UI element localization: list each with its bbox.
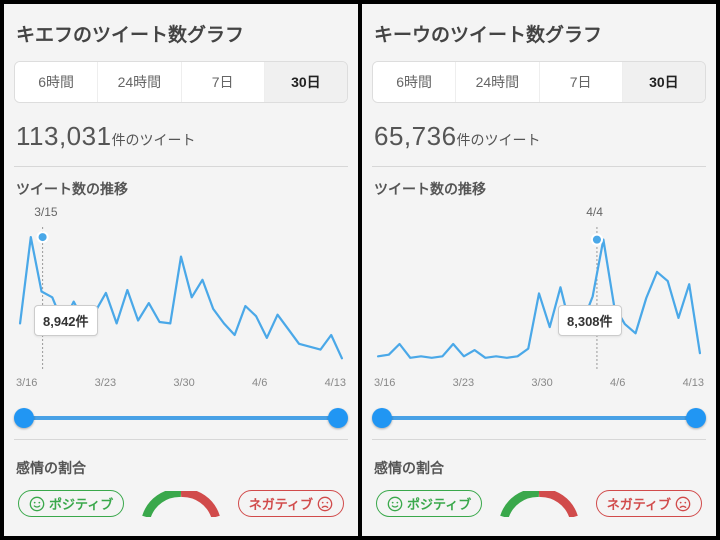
tweet-count-suffix: 件のツイート xyxy=(457,132,541,148)
peak-dot xyxy=(592,235,602,245)
date-range-slider[interactable] xyxy=(372,407,706,429)
tab-30日[interactable]: 30日 xyxy=(264,62,347,102)
tweet-count-suffix: 件のツイート xyxy=(112,132,196,148)
negative-badge[interactable]: ネガティブ xyxy=(596,490,702,517)
x-tick: 3/23 xyxy=(453,377,474,389)
x-tick: 3/30 xyxy=(173,377,194,389)
tweet-count-number: 65,736 xyxy=(374,121,457,151)
emotion-row: ポジティブ ネガティブ xyxy=(14,484,348,517)
date-range-slider[interactable] xyxy=(14,407,348,429)
peak-date-label: 3/15 xyxy=(14,205,348,219)
slider-handle-right[interactable] xyxy=(686,408,706,428)
peak-dot xyxy=(38,232,48,242)
tab-24時間[interactable]: 24時間 xyxy=(455,62,538,102)
frown-icon xyxy=(317,496,333,512)
tab-6時間[interactable]: 6時間 xyxy=(15,62,97,102)
panel-title: キエフのツイート数グラフ xyxy=(14,12,348,61)
tab-7日[interactable]: 7日 xyxy=(539,62,622,102)
trend-heading: ツイート数の推移 xyxy=(372,177,706,205)
trend-chart[interactable]: 8,308件 3/16 3/23 3/30 4/6 4/13 xyxy=(372,223,706,403)
trend-heading: ツイート数の推移 xyxy=(14,177,348,205)
slider-handle-left[interactable] xyxy=(372,408,392,428)
negative-label: ネガティブ xyxy=(607,494,671,513)
slider-handle-left[interactable] xyxy=(14,408,34,428)
tweet-count: 113,031件のツイート xyxy=(14,103,348,164)
peak-tooltip: 8,308件 xyxy=(558,305,622,336)
slider-track xyxy=(380,416,698,420)
x-tick: 3/30 xyxy=(531,377,552,389)
panel-title: キーウのツイート数グラフ xyxy=(372,12,706,61)
trend-line xyxy=(378,240,700,358)
x-axis: 3/16 3/23 3/30 4/6 4/13 xyxy=(372,377,706,389)
sentiment-gauge xyxy=(136,491,226,517)
peak-date-label: 4/4 xyxy=(372,205,706,219)
tab-6時間[interactable]: 6時間 xyxy=(373,62,455,102)
emotion-heading: 感情の割合 xyxy=(372,456,706,484)
trend-line xyxy=(20,237,342,358)
smile-icon xyxy=(29,496,45,512)
tweet-count-number: 113,031 xyxy=(16,121,112,151)
x-tick: 3/16 xyxy=(374,377,395,389)
x-tick: 4/13 xyxy=(683,377,704,389)
emotion-row: ポジティブ ネガティブ xyxy=(372,484,706,517)
x-axis: 3/16 3/23 3/30 4/6 4/13 xyxy=(14,377,348,389)
time-range-tabs: 6時間24時間7日30日 xyxy=(14,61,348,103)
frown-icon xyxy=(675,496,691,512)
negative-badge[interactable]: ネガティブ xyxy=(238,490,344,517)
positive-label: ポジティブ xyxy=(407,494,471,513)
slider-handle-right[interactable] xyxy=(328,408,348,428)
positive-badge[interactable]: ポジティブ xyxy=(18,490,124,517)
tab-30日[interactable]: 30日 xyxy=(622,62,705,102)
trend-chart[interactable]: 8,942件 3/16 3/23 3/30 4/6 4/13 xyxy=(14,223,348,403)
x-tick: 4/13 xyxy=(325,377,346,389)
peak-tooltip: 8,942件 xyxy=(34,305,98,336)
time-range-tabs: 6時間24時間7日30日 xyxy=(372,61,706,103)
positive-label: ポジティブ xyxy=(49,494,113,513)
sentiment-gauge xyxy=(494,491,584,517)
negative-label: ネガティブ xyxy=(249,494,313,513)
positive-badge[interactable]: ポジティブ xyxy=(376,490,482,517)
smile-icon xyxy=(387,496,403,512)
app-frame: キエフのツイート数グラフ6時間24時間7日30日113,031件のツイートツイー… xyxy=(0,0,720,540)
panel-right: キーウのツイート数グラフ6時間24時間7日30日65,736件のツイートツイート… xyxy=(362,4,716,536)
x-tick: 4/6 xyxy=(610,377,625,389)
emotion-section: 感情の割合ポジティブ ネガティブ xyxy=(14,450,348,517)
x-tick: 4/6 xyxy=(252,377,267,389)
slider-track xyxy=(22,416,340,420)
x-tick: 3/16 xyxy=(16,377,37,389)
panel-left: キエフのツイート数グラフ6時間24時間7日30日113,031件のツイートツイー… xyxy=(4,4,358,536)
emotion-heading: 感情の割合 xyxy=(14,456,348,484)
tweet-count: 65,736件のツイート xyxy=(372,103,706,164)
tab-24時間[interactable]: 24時間 xyxy=(97,62,180,102)
tab-7日[interactable]: 7日 xyxy=(181,62,264,102)
x-tick: 3/23 xyxy=(95,377,116,389)
emotion-section: 感情の割合ポジティブ ネガティブ xyxy=(372,450,706,517)
